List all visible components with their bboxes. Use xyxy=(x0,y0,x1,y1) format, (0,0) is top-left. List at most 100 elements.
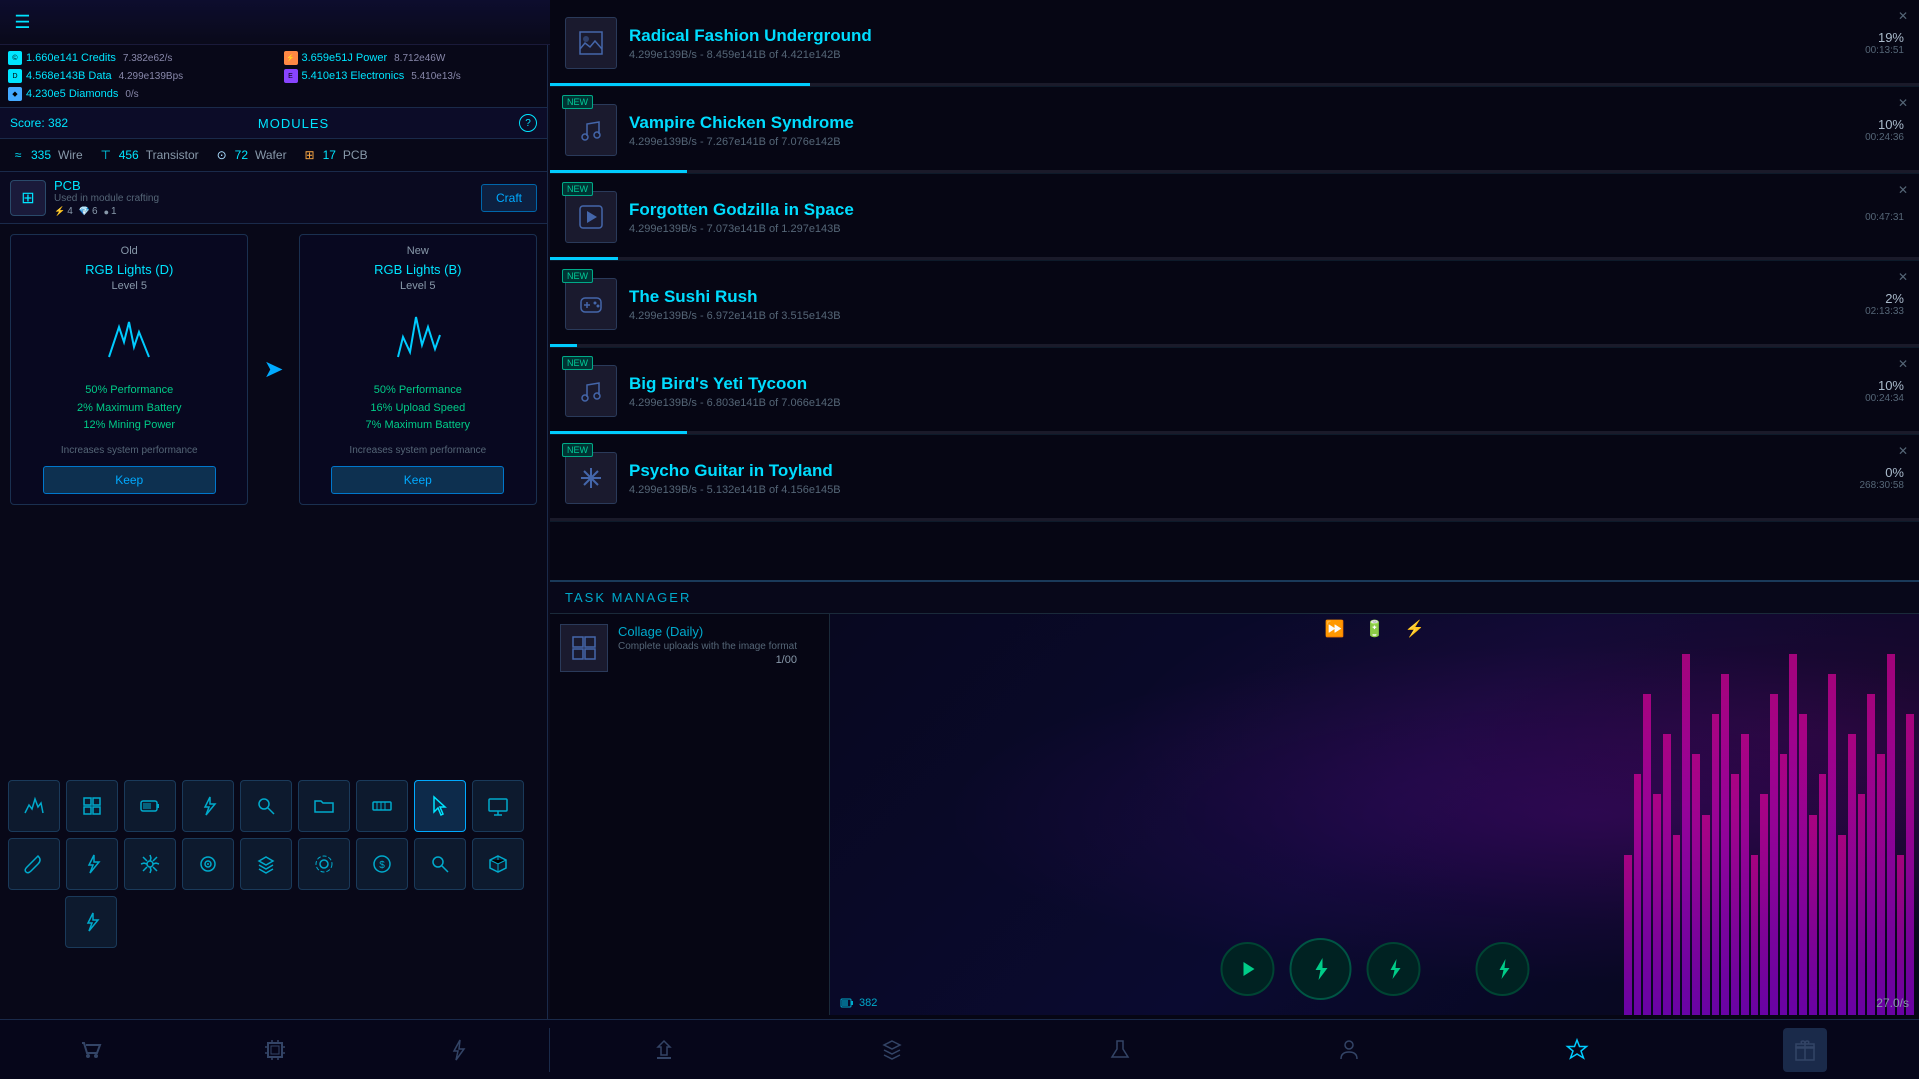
task-right-panel: ⏩ 🔋 ⚡ xyxy=(830,614,1919,1015)
power-rate: 8.712e46W xyxy=(394,53,445,64)
wafer-material: ⊙ 72 Wafer xyxy=(214,147,287,163)
upload-thumbnail xyxy=(565,278,617,330)
nav-upload[interactable] xyxy=(642,1028,686,1072)
svg-text:$: $ xyxy=(379,860,385,871)
pcb-name: PCB xyxy=(54,178,159,193)
visualizer-bar xyxy=(1721,674,1729,1015)
new-name: RGB Lights (B) xyxy=(310,262,526,277)
upload-item[interactable]: NEW Big Bird's Yeti Tycoon 4.299e139B/s … xyxy=(550,348,1919,435)
battery-mini[interactable]: 🔋 xyxy=(1365,619,1385,639)
tool-btn-battery[interactable] xyxy=(124,780,176,832)
task-item-collage: Collage (Daily) Complete uploads with th… xyxy=(560,624,819,672)
upload-percentage: 19% xyxy=(1865,30,1904,45)
old-name: RGB Lights (D) xyxy=(21,262,237,277)
wafer-icon: ⊙ xyxy=(214,147,230,163)
new-badge: NEW xyxy=(562,269,593,283)
tool-btn-memory[interactable] xyxy=(356,780,408,832)
battery-value: 382 xyxy=(859,997,877,1009)
nav-gift[interactable] xyxy=(1783,1028,1827,1072)
visualizer-bar xyxy=(1751,855,1759,1015)
visualizer-bar xyxy=(1887,654,1895,1015)
keep-new-button[interactable]: Keep xyxy=(331,466,504,494)
req1-icon: ⚡ xyxy=(54,206,65,217)
toolbar-row-3 xyxy=(65,896,540,948)
upload-stats: 4.299e139B/s - 7.267e141B of 7.076e142B xyxy=(629,136,1855,148)
fast-forward-mini[interactable]: ⏩ xyxy=(1325,619,1345,639)
bottom-nav xyxy=(0,1019,1919,1079)
upload-item[interactable]: NEW Psycho Guitar in Toyland 4.299e139B/… xyxy=(550,435,1919,522)
tool-btn-gear[interactable] xyxy=(124,838,176,890)
power-speed-button[interactable] xyxy=(1475,942,1529,996)
close-upload-button[interactable]: ✕ xyxy=(1895,8,1911,24)
bolt-mini[interactable]: ⚡ xyxy=(1404,619,1424,639)
upload-progress-bar-container xyxy=(550,170,1919,173)
diamonds-stat: ◆ 4.230e5 Diamonds 0/s xyxy=(8,87,539,101)
visualizer-bar xyxy=(1897,855,1905,1015)
close-upload-button[interactable]: ✕ xyxy=(1895,182,1911,198)
craft-button[interactable]: Craft xyxy=(481,184,537,212)
nav-cpu[interactable] xyxy=(253,1028,297,1072)
visualizer-bar xyxy=(1828,674,1836,1015)
nav-shop[interactable] xyxy=(70,1028,114,1072)
keep-old-button[interactable]: Keep xyxy=(43,466,216,494)
tool-btn-single-bolt[interactable] xyxy=(65,896,117,948)
tool-btn-wrench[interactable] xyxy=(8,838,60,890)
upload-stats: 4.299e139B/s - 6.803e141B of 7.066e142B xyxy=(629,397,1855,409)
data-rate: 4.299e139Bps xyxy=(119,71,184,82)
task-thumb xyxy=(560,624,608,672)
power-value: 3.659e51J Power xyxy=(302,52,388,64)
upload-item[interactable]: NEW Vampire Chicken Syndrome 4.299e139B/… xyxy=(550,87,1919,174)
nav-flask[interactable] xyxy=(1098,1028,1142,1072)
tool-btn-monitor[interactable] xyxy=(472,780,524,832)
upload-thumbnail xyxy=(565,191,617,243)
tool-btn-search[interactable] xyxy=(240,780,292,832)
old-level: Level 5 xyxy=(21,280,237,292)
tool-btn-bolt2[interactable] xyxy=(66,838,118,890)
upload-item[interactable]: Radical Fashion Underground 4.299e139B/s… xyxy=(550,0,1919,87)
bolt-button[interactable] xyxy=(1366,942,1420,996)
visualizer-bar xyxy=(1653,794,1661,1015)
task-item-info: Collage (Daily) Complete uploads with th… xyxy=(618,624,797,666)
tool-btn-folder[interactable] xyxy=(298,780,350,832)
tool-btn-cursor[interactable] xyxy=(414,780,466,832)
tool-btn-money[interactable]: $ xyxy=(356,838,408,890)
visualizer-bar xyxy=(1838,835,1846,1015)
menu-button[interactable]: ☰ xyxy=(0,0,45,45)
tool-btn-signals[interactable] xyxy=(8,780,60,832)
visualizer-bar xyxy=(1819,774,1827,1015)
wire-label: Wire xyxy=(58,148,83,162)
nav-person[interactable] xyxy=(1327,1028,1371,1072)
visualizer-bar xyxy=(1858,794,1866,1015)
upload-item[interactable]: NEW The Sushi Rush 4.299e139B/s - 6.972e… xyxy=(550,261,1919,348)
tool-btn-settings2[interactable] xyxy=(298,838,350,890)
tool-btn-stack[interactable] xyxy=(240,838,292,890)
play-pause-button[interactable] xyxy=(1220,942,1274,996)
charge-button[interactable] xyxy=(1289,938,1351,1000)
tool-btn-modules[interactable] xyxy=(66,780,118,832)
upload-progress-bar-container xyxy=(550,83,1919,86)
new-label: New xyxy=(310,245,526,257)
tool-btn-search2[interactable] xyxy=(414,838,466,890)
close-upload-button[interactable]: ✕ xyxy=(1895,443,1911,459)
modules-title: MODULES xyxy=(258,116,329,131)
close-upload-button[interactable]: ✕ xyxy=(1895,95,1911,111)
help-button[interactable]: ? xyxy=(519,114,537,132)
power-icon: ⚡ xyxy=(284,51,298,65)
nav-energy[interactable] xyxy=(436,1028,480,1072)
media-mini-controls: ⏩ 🔋 ⚡ xyxy=(1325,619,1425,639)
visualizer-bar xyxy=(1712,714,1720,1015)
tool-btn-cube[interactable] xyxy=(472,838,524,890)
nav-star[interactable] xyxy=(1555,1028,1599,1072)
close-upload-button[interactable]: ✕ xyxy=(1895,269,1911,285)
close-upload-button[interactable]: ✕ xyxy=(1895,356,1911,372)
task-battery-display: 382 xyxy=(840,996,877,1010)
upload-item[interactable]: NEW Forgotten Godzilla in Space 4.299e13… xyxy=(550,174,1919,261)
upload-stats: 4.299e139B/s - 8.459e141B of 4.421e142B xyxy=(629,49,1855,61)
upload-title: The Sushi Rush xyxy=(629,287,1855,307)
nav-layers[interactable] xyxy=(870,1028,914,1072)
upload-time: 02:13:33 xyxy=(1865,306,1904,317)
new-upgrade-col: New RGB Lights (B) Level 5 50% Performan… xyxy=(299,234,537,505)
tool-btn-power[interactable] xyxy=(182,780,234,832)
visualizer-bar xyxy=(1867,694,1875,1015)
tool-btn-target[interactable] xyxy=(182,838,234,890)
